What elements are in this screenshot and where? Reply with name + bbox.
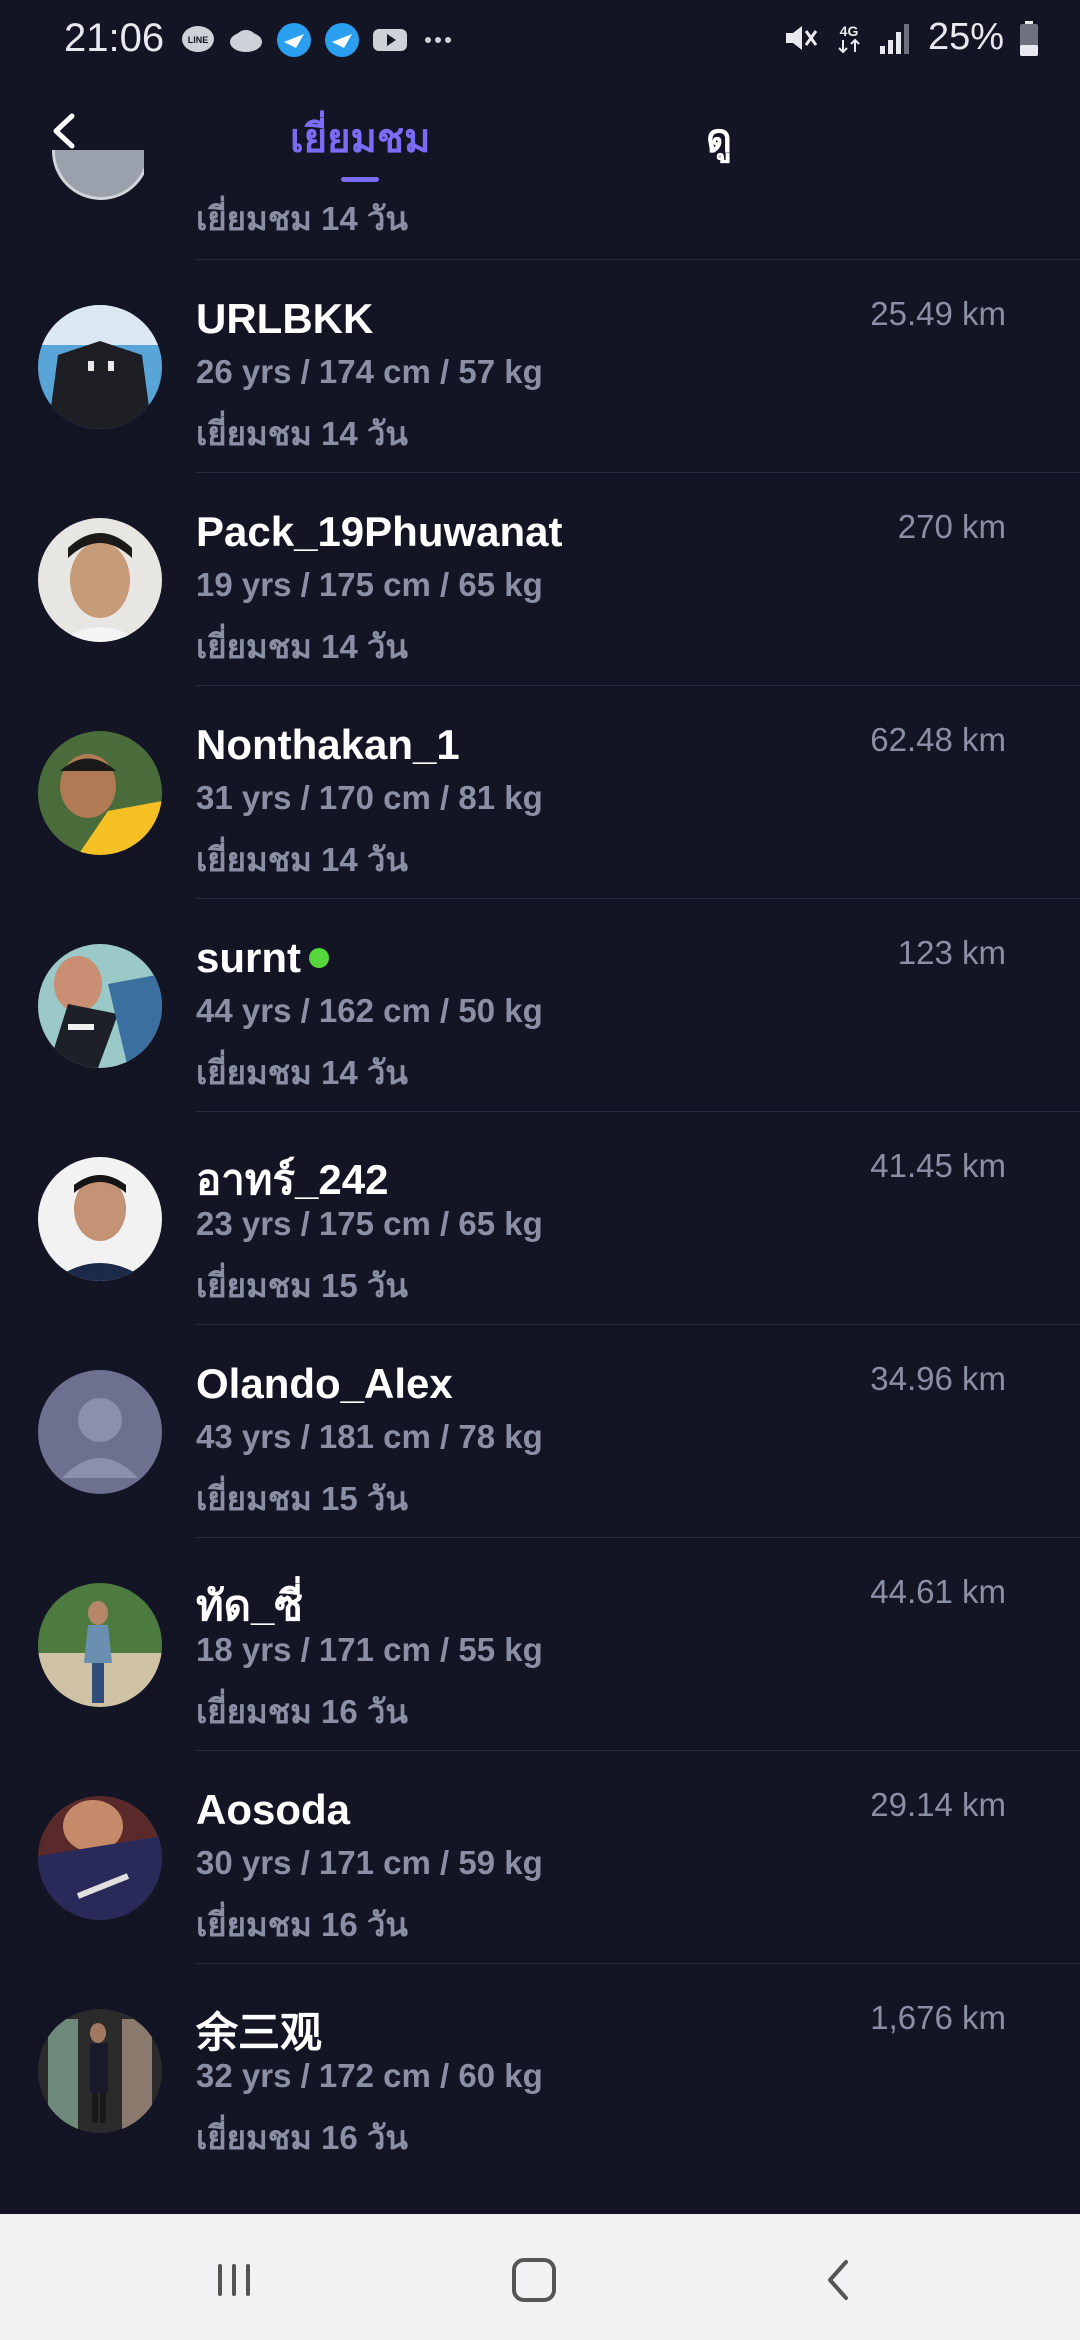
user-name: URLBKK [196, 295, 374, 342]
avatar[interactable] [38, 305, 162, 429]
divider [196, 1963, 1080, 1964]
visit-days: เยี่ยมชม 15 วัน [196, 1267, 408, 1304]
list-item[interactable]: Nonthakan_1 31 yrs / 170 cm / 81 kg เยี่… [0, 685, 1080, 898]
user-stats: 18 yrs / 171 cm / 55 kg [196, 1631, 543, 1668]
visit-days: เยี่ยมชม 14 วัน [196, 841, 408, 878]
list-item[interactable]: ทัด_ซี่ 18 yrs / 171 cm / 55 kg เยี่ยมชม… [0, 1537, 1080, 1750]
user-name: Aosoda [196, 1786, 351, 1833]
divider [196, 1750, 1080, 1751]
visit-days: เยี่ยมชม 16 วัน [196, 1906, 408, 1943]
avatar[interactable] [38, 2009, 162, 2133]
user-name: ทัด_ซี่ [196, 1582, 303, 1629]
home-icon[interactable] [504, 2250, 564, 2310]
list-item[interactable]: Aosoda 30 yrs / 171 cm / 59 kg เยี่ยมชม … [0, 1750, 1080, 1963]
distance: 62.48 km [870, 721, 1006, 758]
distance: 41.45 km [870, 1147, 1006, 1184]
divider [196, 472, 1080, 473]
user-stats: 26 yrs / 174 cm / 57 kg [196, 353, 543, 390]
avatar [52, 150, 144, 216]
divider [196, 1537, 1080, 1538]
visit-days: เยี่ยมชม 14 วัน [196, 1054, 408, 1091]
user-stats: 32 yrs / 172 cm / 60 kg [196, 2057, 543, 2094]
visit-days: เยี่ยมชม 14 วัน [196, 628, 408, 665]
visit-days: เยี่ยมชม 14 วัน [196, 200, 408, 237]
list-item[interactable]: URLBKK 26 yrs / 174 cm / 57 kg เยี่ยมชม … [0, 259, 1080, 472]
distance: 29.14 km [870, 1786, 1006, 1823]
user-stats: 43 yrs / 181 cm / 78 kg [196, 1418, 543, 1455]
list-item[interactable]: 余三观 32 yrs / 172 cm / 60 kg เยี่ยมชม 16 … [0, 1963, 1080, 2176]
user-name: อาทร์_242 [196, 1156, 389, 1203]
avatar-placeholder[interactable] [38, 1370, 162, 1494]
divider [196, 898, 1080, 899]
user-name: Nonthakan_1 [196, 721, 460, 768]
distance: 123 km [897, 934, 1006, 971]
divider [196, 1111, 1080, 1112]
user-name: surnt [196, 934, 329, 982]
list-item[interactable]: อาทร์_242 23 yrs / 175 cm / 65 kg เยี่ยม… [0, 1111, 1080, 1324]
user-stats: 31 yrs / 170 cm / 81 kg [196, 779, 543, 816]
distance: 44.61 km [870, 1573, 1006, 1610]
nav-back-icon[interactable] [808, 2250, 868, 2310]
divider [196, 1324, 1080, 1325]
user-name: 余三观 [196, 2009, 323, 2056]
list-item-partial[interactable]: เยี่ยมชม 14 วัน [0, 0, 1080, 290]
system-nav-bar [0, 2214, 1080, 2340]
list-item[interactable]: surnt 44 yrs / 162 cm / 50 kg เยี่ยมชม 1… [0, 898, 1080, 1111]
divider [196, 259, 1080, 260]
list-item[interactable]: Olando_Alex 43 yrs / 181 cm / 78 kg เยี่… [0, 1324, 1080, 1537]
list-item[interactable]: Pack_19Phuwanat 19 yrs / 175 cm / 65 kg … [0, 472, 1080, 685]
user-name: Olando_Alex [196, 1360, 453, 1407]
avatar[interactable] [38, 1796, 162, 1920]
avatar[interactable] [38, 944, 162, 1068]
visit-days: เยี่ยมชม 15 วัน [196, 1480, 408, 1517]
visit-days: เยี่ยมชม 14 วัน [196, 415, 408, 452]
user-stats: 44 yrs / 162 cm / 50 kg [196, 992, 543, 1029]
visit-days: เยี่ยมชม 16 วัน [196, 2119, 408, 2156]
user-stats: 23 yrs / 175 cm / 65 kg [196, 1205, 543, 1242]
distance: 25.49 km [870, 295, 1006, 332]
distance: 34.96 km [870, 1360, 1006, 1397]
user-stats: 30 yrs / 171 cm / 59 kg [196, 1844, 543, 1881]
avatar[interactable] [38, 731, 162, 855]
distance: 1,676 km [870, 1999, 1006, 2036]
divider [196, 685, 1080, 686]
distance: 270 km [897, 508, 1006, 545]
online-indicator [309, 948, 329, 968]
user-name: Pack_19Phuwanat [196, 508, 563, 555]
avatar[interactable] [38, 1157, 162, 1281]
visit-days: เยี่ยมชม 16 วัน [196, 1693, 408, 1730]
recent-apps-icon[interactable] [204, 2250, 264, 2310]
avatar[interactable] [38, 1583, 162, 1707]
user-stats: 19 yrs / 175 cm / 65 kg [196, 566, 543, 603]
avatar[interactable] [38, 518, 162, 642]
